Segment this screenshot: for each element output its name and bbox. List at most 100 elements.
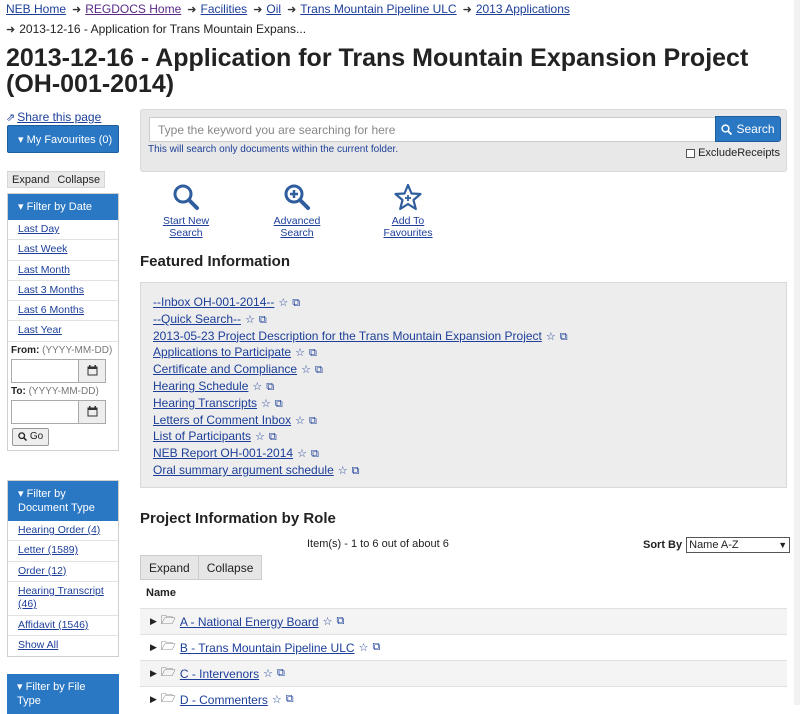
share-label[interactable]: Share this page [17, 110, 101, 124]
featured-link[interactable]: --Quick Search-- [153, 312, 241, 326]
copy-icon[interactable]: ⧉ [311, 448, 319, 460]
share-icon: ⇗ [6, 112, 16, 124]
copy-icon[interactable]: ⧉ [259, 314, 267, 326]
advanced-search-link[interactable]: Advanced Search [274, 215, 321, 239]
breadcrumb-2013-applications[interactable]: 2013 Applications [476, 2, 570, 16]
copy-icon[interactable]: ⧉ [277, 667, 285, 680]
filter-by-file-type-header[interactable]: ▾ Filter by File Type [7, 674, 119, 714]
featured-link[interactable]: Oral summary argument schedule [153, 463, 334, 477]
copy-icon[interactable]: ⧉ [269, 431, 277, 443]
vertical-scrollbar[interactable] [794, 0, 800, 705]
breadcrumb-trans-mountain[interactable]: Trans Mountain Pipeline ULC [300, 2, 456, 16]
copy-icon[interactable]: ⧉ [286, 693, 294, 706]
star-icon[interactable]: ☆ [295, 347, 305, 359]
copy-icon[interactable]: ⧉ [309, 347, 317, 359]
search-input[interactable]: Type the keyword you are searching for h… [149, 117, 716, 142]
doctype-show-all[interactable]: Show All [18, 639, 58, 651]
featured-item: Letters of Comment Inbox ☆ ⧉ [153, 413, 774, 430]
sidebar-collapse-button[interactable]: Collapse [53, 172, 104, 187]
breadcrumb-neb-home[interactable]: NEB Home [6, 2, 66, 16]
star-icon[interactable]: ☆ [263, 667, 273, 680]
sidebar-expand-button[interactable]: Expand [8, 172, 53, 187]
advanced-search-action[interactable]: Advanced Search [258, 183, 336, 239]
copy-icon[interactable]: ⧉ [352, 465, 360, 477]
star-icon[interactable]: ☆ [255, 431, 265, 443]
exclude-receipts-checkbox[interactable] [686, 148, 696, 158]
featured-link[interactable]: Letters of Comment Inbox [153, 413, 291, 427]
featured-link[interactable]: NEB Report OH-001-2014 [153, 446, 293, 460]
featured-link[interactable]: Applications to Participate [153, 345, 291, 359]
doctype-affidavit[interactable]: Affidavit (1546) [18, 619, 88, 631]
sort-by-select[interactable]: Name A-Z ▼ [686, 537, 791, 553]
star-icon[interactable]: ☆ [546, 331, 556, 343]
go-button[interactable]: Go [12, 427, 49, 446]
filter-last-3-months[interactable]: Last 3 Months [18, 284, 84, 296]
expand-arrow-icon[interactable]: ▶ [150, 642, 157, 653]
doctype-hearing-order[interactable]: Hearing Order (4) [18, 524, 100, 536]
featured-link[interactable]: Hearing Schedule [153, 379, 248, 393]
star-icon[interactable]: ☆ [278, 297, 288, 309]
featured-link[interactable]: Hearing Transcripts [153, 396, 257, 410]
role-link[interactable]: D - Commenters [180, 693, 268, 707]
featured-link[interactable]: 2013-05-23 Project Description for the T… [153, 329, 542, 343]
filter-by-date-header[interactable]: ▾ Filter by Date [8, 194, 118, 220]
sort-by-value: Name A-Z [689, 539, 739, 551]
filter-last-week[interactable]: Last Week [18, 243, 67, 255]
copy-icon[interactable]: ⧉ [309, 415, 317, 427]
filter-by-doc-type-header[interactable]: ▾ Filter by Document Type [8, 481, 118, 521]
from-date-input[interactable] [11, 358, 79, 383]
exclude-receipts-option[interactable]: ExcludeReceipts [686, 147, 780, 159]
to-date-input[interactable] [11, 399, 79, 424]
roles-expand-button[interactable]: Expand [141, 556, 198, 579]
breadcrumb-facilities[interactable]: Facilities [201, 2, 248, 16]
star-icon[interactable]: ☆ [252, 381, 262, 393]
from-calendar-button[interactable] [79, 358, 106, 383]
start-new-search-link[interactable]: Start New Search [163, 215, 209, 239]
expand-arrow-icon[interactable]: ▶ [150, 668, 157, 679]
to-calendar-button[interactable] [79, 399, 106, 424]
add-to-favourites-link[interactable]: Add To Favourites [383, 215, 432, 239]
doctype-letter[interactable]: Letter (1589) [18, 544, 78, 556]
copy-icon[interactable]: ⧉ [315, 364, 323, 376]
star-icon[interactable]: ☆ [261, 398, 271, 410]
copy-icon[interactable]: ⧉ [560, 331, 568, 343]
star-icon[interactable]: ☆ [338, 465, 348, 477]
star-icon[interactable]: ☆ [359, 641, 369, 654]
copy-icon[interactable]: ⧉ [336, 615, 344, 628]
role-link[interactable]: C - Intervenors [180, 667, 259, 681]
roles-collapse-button[interactable]: Collapse [197, 556, 262, 579]
role-link[interactable]: A - National Energy Board [180, 615, 319, 629]
featured-link[interactable]: --Inbox OH-001-2014-- [153, 295, 274, 309]
copy-icon[interactable]: ⧉ [275, 398, 283, 410]
doctype-order[interactable]: Order (12) [18, 565, 66, 577]
expand-arrow-icon[interactable]: ▶ [150, 694, 157, 705]
filter-last-year[interactable]: Last Year [18, 324, 62, 336]
filter-last-6-months[interactable]: Last 6 Months [18, 304, 84, 316]
arrow-right-icon: ➜ [6, 24, 16, 36]
name-column-header[interactable]: Name [146, 587, 176, 599]
doctype-hearing-transcript[interactable]: Hearing Transcript (46) [18, 585, 104, 611]
arrow-right-icon: ➜ [287, 4, 297, 16]
breadcrumb-regdocs-home[interactable]: REGDOCS Home [85, 2, 181, 16]
search-button[interactable]: Search [715, 116, 781, 142]
star-icon[interactable]: ☆ [272, 693, 282, 706]
filter-last-day[interactable]: Last Day [18, 223, 59, 235]
star-icon[interactable]: ☆ [301, 364, 311, 376]
add-to-favourites-action[interactable]: Add To Favourites [368, 183, 448, 239]
star-icon[interactable]: ☆ [323, 615, 333, 628]
copy-icon[interactable]: ⧉ [372, 641, 380, 654]
expand-arrow-icon[interactable]: ▶ [150, 616, 157, 627]
star-icon[interactable]: ☆ [245, 314, 255, 326]
star-icon[interactable]: ☆ [295, 415, 305, 427]
copy-icon[interactable]: ⧉ [292, 297, 300, 309]
copy-icon[interactable]: ⧉ [266, 381, 274, 393]
my-favourites-button[interactable]: ▾ My Favourites (0) [7, 125, 119, 153]
share-link[interactable]: ⇗ Share this page [6, 110, 101, 124]
featured-link[interactable]: Certificate and Compliance [153, 362, 297, 376]
star-icon[interactable]: ☆ [297, 448, 307, 460]
role-link[interactable]: B - Trans Mountain Pipeline ULC [180, 641, 355, 655]
featured-link[interactable]: List of Participants [153, 429, 251, 443]
filter-last-month[interactable]: Last Month [18, 264, 70, 276]
breadcrumb-oil[interactable]: Oil [266, 2, 281, 16]
start-new-search-action[interactable]: Start New Search [148, 183, 224, 239]
